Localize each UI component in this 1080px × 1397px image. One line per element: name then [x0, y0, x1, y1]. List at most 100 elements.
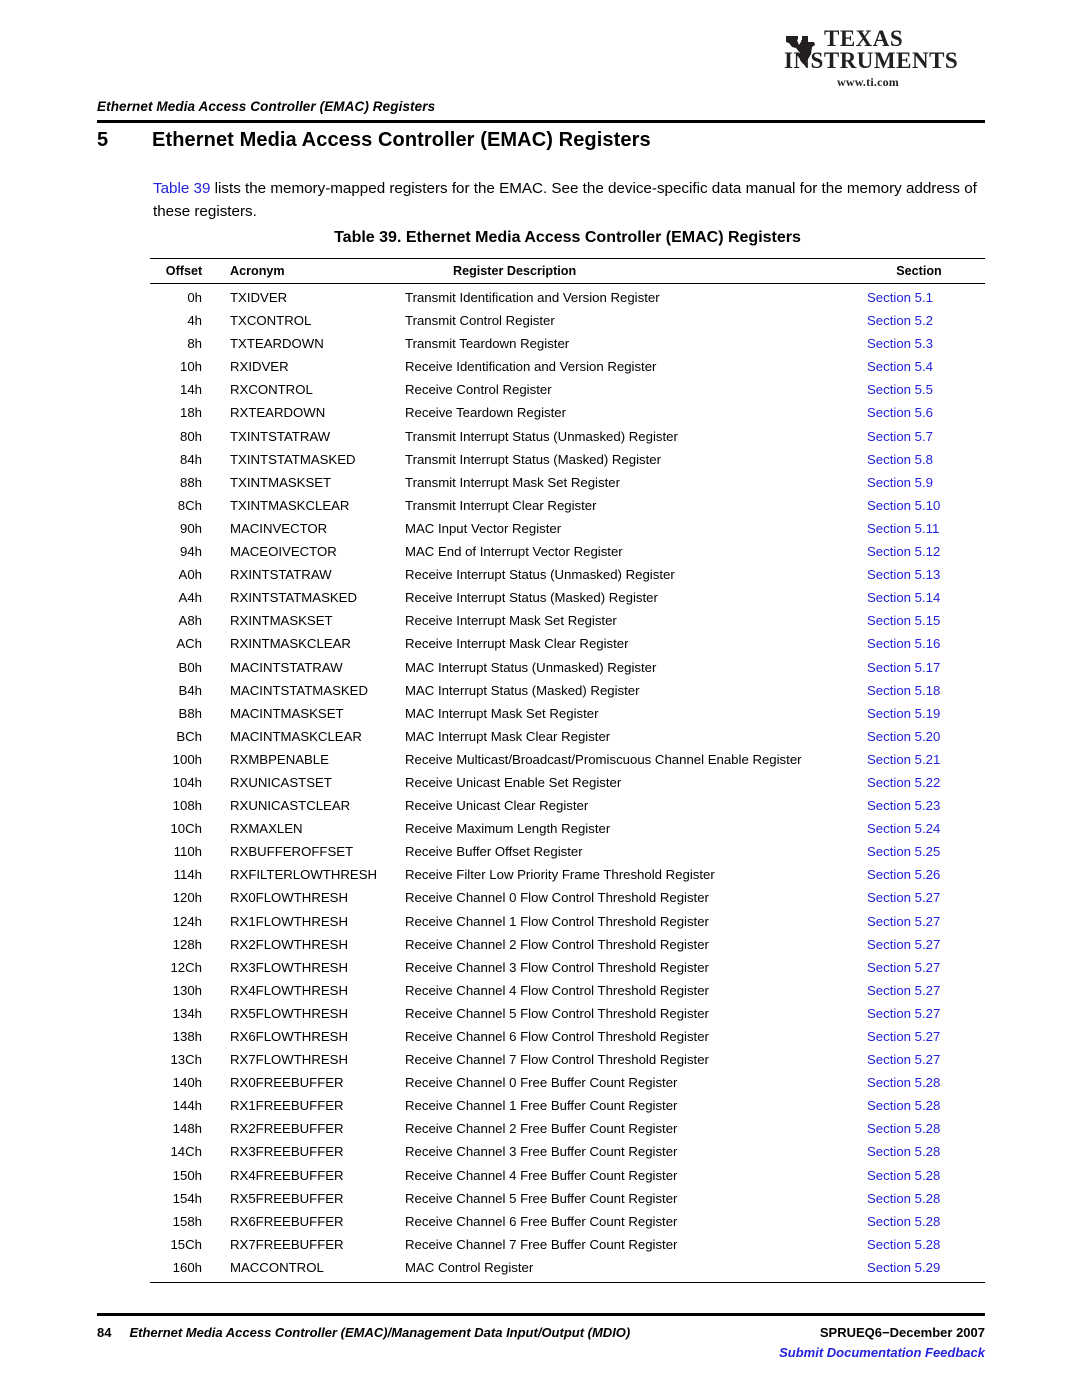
cell-section[interactable]: Section 5.1: [853, 284, 985, 310]
cell-section[interactable]: Section 5.22: [853, 771, 985, 794]
table-row: 110h RXBUFFEROFFSET Receive Buffer Offset …: [150, 840, 985, 863]
cell-section[interactable]: Section 5.5: [853, 378, 985, 401]
cell-description: Receive Channel 5 Flow Control Threshold…: [405, 1005, 709, 1021]
cell-section[interactable]: Section 5.13: [853, 563, 985, 586]
cell-section[interactable]: Section 5.2: [853, 309, 985, 332]
cell-acronym: MACINTSTATRAW: [230, 659, 343, 675]
table-row: ACh RXINTMASKCLEAR Receive Interrupt Mask …: [150, 632, 985, 655]
cell-section[interactable]: Section 5.28: [853, 1140, 985, 1163]
cell-description: Receive Interrupt Status (Unmasked) Regi…: [405, 567, 675, 583]
cell-section[interactable]: Section 5.27: [853, 1025, 985, 1048]
cell-section[interactable]: Section 5.3: [853, 332, 985, 355]
cell-acronym: RXIDVER: [230, 359, 289, 375]
cell-section[interactable]: Section 5.28: [853, 1187, 985, 1210]
cell-description: Receive Control Register: [405, 382, 552, 398]
chapter-number: 5: [97, 129, 109, 151]
cell-section[interactable]: Section 5.27: [853, 956, 985, 979]
cell-section[interactable]: Section 5.27: [853, 910, 985, 933]
cell-offset: 80h: [179, 428, 202, 444]
cell-section[interactable]: Section 5.18: [853, 679, 985, 702]
cell-description: MAC Input Vector Register: [405, 520, 562, 536]
table-row: 94h MACEOIVECTOR MAC End of Interrupt Vect…: [150, 540, 985, 563]
cell-description: Receive Teardown Register: [405, 405, 567, 421]
cell-section[interactable]: Section 5.27: [853, 933, 985, 956]
cell-section[interactable]: Section 5.9: [853, 471, 985, 494]
cell-section[interactable]: Section 5.28: [853, 1071, 985, 1094]
page-footer: 84 Ethernet Media Access Controller (EMA…: [97, 1322, 985, 1382]
table-row: 100h RXMBPENABLE Receive Multicast/Broadca…: [150, 748, 985, 771]
cell-description: Receive Channel 3 Free Buffer Count Regi…: [405, 1144, 678, 1160]
cell-section[interactable]: Section 5.23: [853, 794, 985, 817]
table-39-link[interactable]: Table 39: [153, 180, 210, 197]
cell-section[interactable]: Section 5.20: [853, 725, 985, 748]
page-header: TEXAS INSTRUMENTS www.ti.com Ethernet Me…: [0, 0, 1080, 118]
cell-acronym: MACCONTROL: [218, 1255, 403, 1284]
emac-registers-table: Offset Acronym Register Description Sect…: [150, 258, 985, 1284]
cell-offset: 10h: [179, 359, 202, 375]
table-row: 154h RX5FREEBUFFER Receive Channel 5 Free …: [150, 1187, 985, 1210]
cell-section[interactable]: Section 5.11: [853, 517, 985, 540]
cell-section[interactable]: Section 5.26: [853, 863, 985, 886]
cell-section[interactable]: Section 5.25: [853, 840, 985, 863]
cell-description: Receive Channel 0 Free Buffer Count Regi…: [405, 1075, 678, 1091]
footer-document-title: Ethernet Media Access Controller (EMAC)/…: [129, 1325, 631, 1340]
cell-description: Receive Unicast Enable Set Register: [405, 774, 622, 790]
cell-offset: 8Ch: [177, 497, 202, 513]
cell-offset: 4h: [187, 313, 202, 329]
cell-description: Receive Channel 7 Flow Control Threshold…: [405, 1052, 709, 1068]
cell-offset: 154h: [172, 1190, 202, 1206]
cell-offset: 100h: [172, 751, 202, 767]
table-row: 0h TXIDVER Transmit Identification and Ver…: [150, 284, 985, 310]
cell-section[interactable]: Section 5.7: [853, 425, 985, 448]
cell-offset: 15Ch: [170, 1236, 202, 1252]
cell-section[interactable]: Section 5.4: [853, 355, 985, 378]
cell-section[interactable]: Section 5.28: [853, 1233, 985, 1256]
table-row: A0h RXINTSTATRAW Receive Interrupt Status …: [150, 563, 985, 586]
cell-section[interactable]: Section 5.28: [853, 1210, 985, 1233]
cell-description: Receive Channel 5 Free Buffer Count Regi…: [405, 1190, 678, 1206]
cell-section[interactable]: Section 5.27: [853, 1002, 985, 1025]
cell-description: Receive Interrupt Mask Set Register: [405, 613, 617, 629]
cell-offset: 160h: [150, 1255, 218, 1284]
cell-description: Receive Channel 3 Flow Control Threshold…: [405, 959, 709, 975]
table-row: 128h RX2FLOWTHRESH Receive Channel 2 Flow …: [150, 933, 985, 956]
cell-section[interactable]: Section 5.21: [853, 748, 985, 771]
ti-website-url[interactable]: www.ti.com: [751, 75, 985, 90]
table-row: 108h RXUNICASTCLEAR Receive Unicast Clear …: [150, 794, 985, 817]
cell-section[interactable]: Section 5.28: [853, 1117, 985, 1140]
ti-logo-line2: INSTRUMENTS: [784, 48, 959, 74]
cell-section[interactable]: Section 5.17: [853, 656, 985, 679]
cell-section[interactable]: Section 5.14: [853, 586, 985, 609]
cell-section[interactable]: Section 5.28: [853, 1094, 985, 1117]
cell-section[interactable]: Section 5.27: [853, 1048, 985, 1071]
cell-description: Transmit Interrupt Status (Masked) Regis…: [405, 451, 662, 467]
table-caption: Table 39. Ethernet Media Access Controll…: [334, 229, 801, 246]
cell-section[interactable]: Section 5.16: [853, 632, 985, 655]
submit-feedback-link[interactable]: Submit Documentation Feedback: [779, 1345, 985, 1360]
cell-section[interactable]: Section 5.8: [853, 448, 985, 471]
cell-acronym: RX5FLOWTHRESH: [230, 1005, 348, 1021]
cell-acronym: RXBUFFEROFFSET: [230, 844, 354, 860]
cell-section[interactable]: Section 5.27: [853, 886, 985, 909]
cell-section[interactable]: Section 5.28: [853, 1164, 985, 1187]
cell-acronym: RXINTMASKCLEAR: [230, 636, 351, 652]
cell-section[interactable]: Section 5.12: [853, 540, 985, 563]
cell-section[interactable]: Section 5.29: [853, 1255, 985, 1284]
table-row: 10Ch RXMAXLEN Receive Maximum Length Regis…: [150, 817, 985, 840]
cell-acronym: RXINTSTATRAW: [230, 567, 332, 583]
cell-acronym: RX5FREEBUFFER: [230, 1190, 344, 1206]
cell-description: Receive Interrupt Status (Masked) Regist…: [405, 590, 658, 606]
cell-description: Receive Channel 2 Free Buffer Count Regi…: [405, 1121, 678, 1137]
cell-section[interactable]: Section 5.10: [853, 494, 985, 517]
page-number: 84: [97, 1325, 112, 1340]
cell-description: Receive Buffer Offset Register: [405, 844, 583, 860]
cell-section[interactable]: Section 5.27: [853, 979, 985, 1002]
cell-section[interactable]: Section 5.15: [853, 609, 985, 632]
cell-section[interactable]: Section 5.6: [853, 401, 985, 424]
table-row: 18h RXTEARDOWN Receive Teardown Register Se…: [150, 401, 985, 424]
table-row: 8Ch TXINTMASKCLEAR Transmit Interrupt Clea…: [150, 494, 985, 517]
column-header-section: Section: [853, 258, 985, 284]
cell-section[interactable]: Section 5.24: [853, 817, 985, 840]
cell-section[interactable]: Section 5.19: [853, 702, 985, 725]
cell-acronym: RXINTMASKSET: [230, 613, 333, 629]
